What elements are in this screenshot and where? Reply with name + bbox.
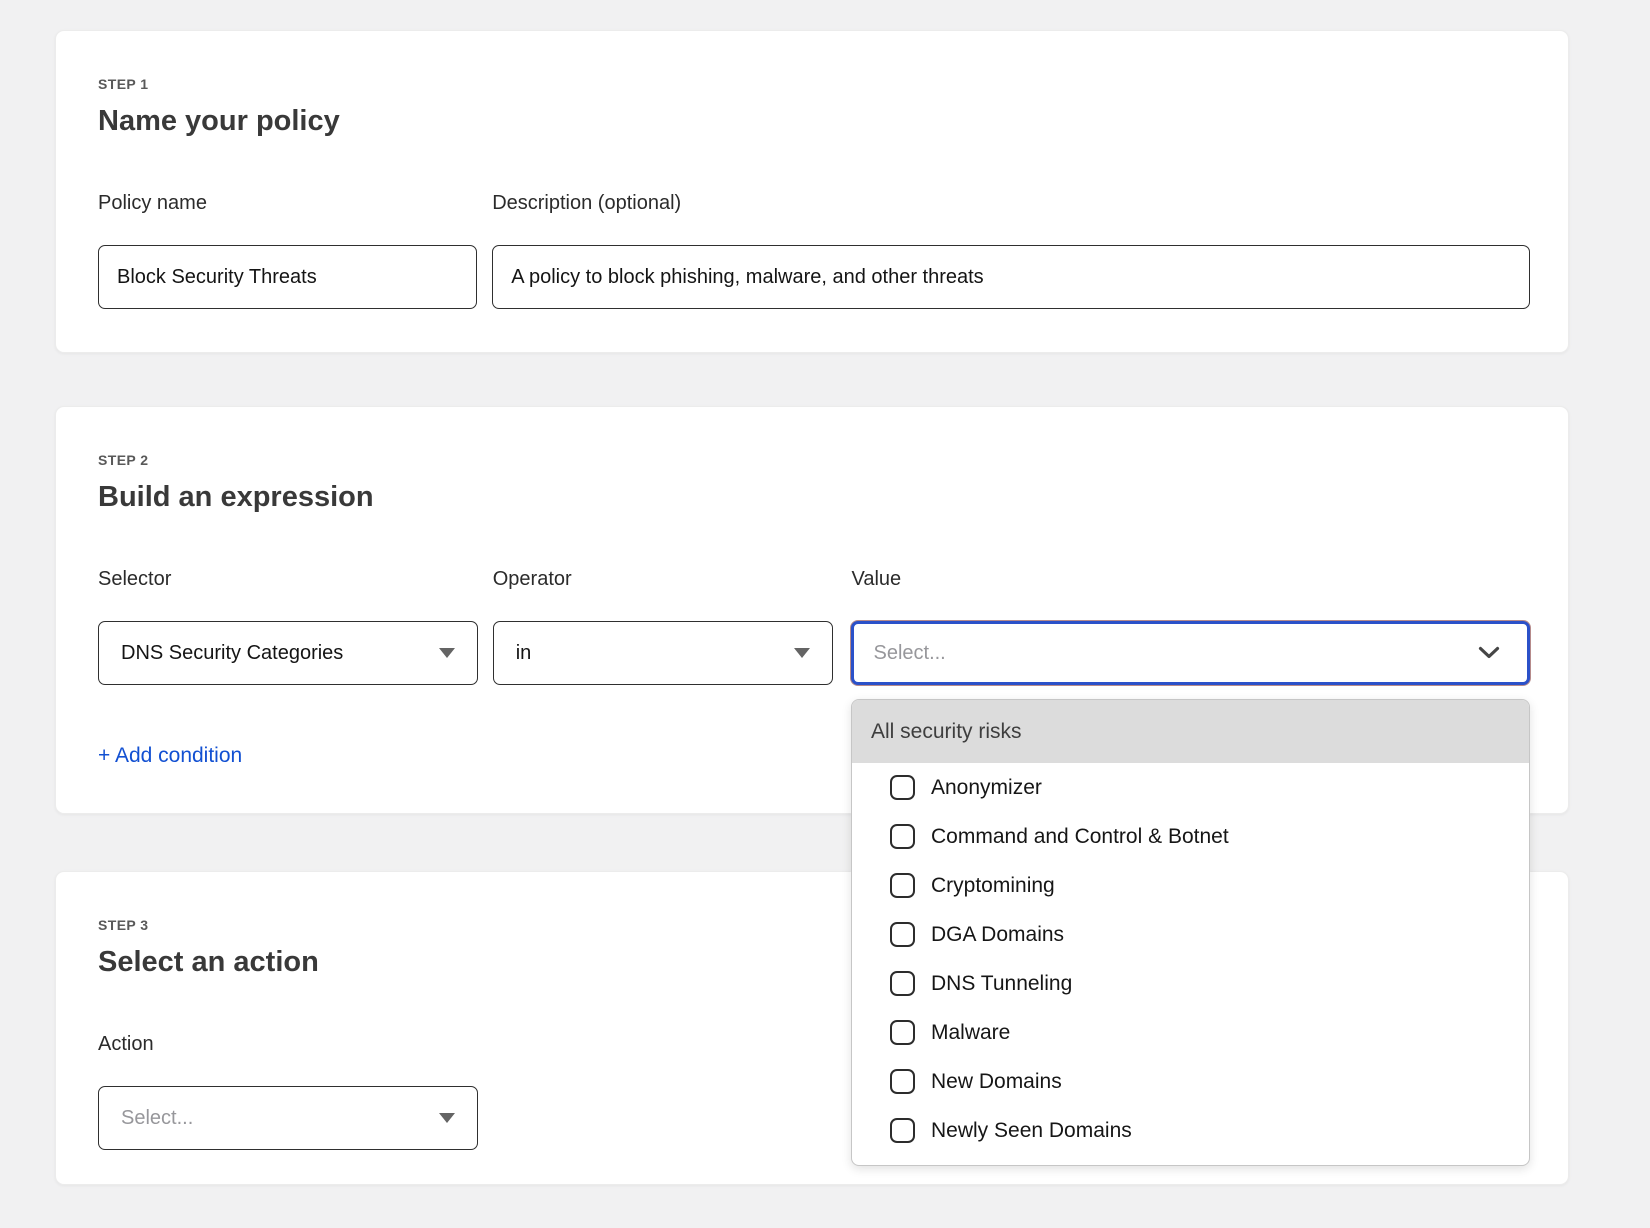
option-checkbox[interactable] <box>890 1069 915 1094</box>
dropdown-option-dga-domains[interactable]: DGA Domains <box>852 910 1529 959</box>
operator-select-value: in <box>516 642 532 665</box>
step-1-title: Name your policy <box>98 105 1530 138</box>
option-checkbox[interactable] <box>890 1118 915 1143</box>
selector-select-value: DNS Security Categories <box>121 642 343 665</box>
dropdown-option-dns-tunneling[interactable]: DNS Tunneling <box>852 959 1529 1008</box>
caret-down-icon <box>794 648 810 658</box>
step-2-title: Build an expression <box>98 481 1530 514</box>
step-2-label: STEP 2 <box>98 452 1530 468</box>
dropdown-option-cryptomining[interactable]: Cryptomining <box>852 861 1529 910</box>
value-select-placeholder: Select... <box>873 642 945 665</box>
option-label: Command and Control & Botnet <box>931 825 1229 849</box>
description-label: Description (optional) <box>492 192 1530 214</box>
option-checkbox[interactable] <box>890 1020 915 1045</box>
step-1-label: STEP 1 <box>98 76 1530 92</box>
action-label: Action <box>98 1033 478 1055</box>
option-label: New Domains <box>931 1070 1062 1094</box>
option-label: Malware <box>931 1021 1010 1045</box>
policy-builder-page: STEP 1 Name your policy Policy name Desc… <box>0 0 1650 1228</box>
dropdown-option-malware[interactable]: Malware <box>852 1008 1529 1057</box>
operator-select[interactable]: in <box>493 621 834 685</box>
option-checkbox[interactable] <box>890 971 915 996</box>
step-1-card: STEP 1 Name your policy Policy name Desc… <box>55 30 1569 353</box>
option-checkbox[interactable] <box>890 824 915 849</box>
value-select[interactable]: Select... <box>851 621 1530 685</box>
policy-name-label: Policy name <box>98 192 477 214</box>
dropdown-option-command-and-control-botnet[interactable]: Command and Control & Botnet <box>852 812 1529 861</box>
value-label: Value <box>851 568 1530 590</box>
option-label: DNS Tunneling <box>931 972 1072 996</box>
description-input[interactable] <box>492 245 1530 309</box>
selector-label: Selector <box>98 568 478 590</box>
dropdown-option-new-domains[interactable]: New Domains <box>852 1057 1529 1106</box>
dropdown-option-anonymizer[interactable]: Anonymizer <box>852 763 1529 812</box>
value-dropdown-panel: All security risks Anonymizer Command an… <box>851 699 1530 1166</box>
option-checkbox[interactable] <box>890 873 915 898</box>
option-label: Anonymizer <box>931 776 1042 800</box>
option-label: Cryptomining <box>931 874 1055 898</box>
action-select[interactable]: Select... <box>98 1086 478 1150</box>
dropdown-option-newly-seen-domains[interactable]: Newly Seen Domains <box>852 1106 1529 1155</box>
policy-name-input[interactable] <box>98 245 477 309</box>
caret-down-icon <box>439 1113 455 1123</box>
add-condition-link[interactable]: + Add condition <box>98 744 242 768</box>
option-label: DGA Domains <box>931 923 1064 947</box>
option-label: Newly Seen Domains <box>931 1119 1132 1143</box>
option-checkbox[interactable] <box>890 922 915 947</box>
operator-label: Operator <box>493 568 834 590</box>
dropdown-group-header: All security risks <box>852 700 1529 763</box>
caret-down-icon <box>439 648 455 658</box>
selector-select[interactable]: DNS Security Categories <box>98 621 478 685</box>
action-select-placeholder: Select... <box>121 1107 193 1130</box>
chevron-down-icon <box>1478 642 1500 665</box>
option-checkbox[interactable] <box>890 775 915 800</box>
